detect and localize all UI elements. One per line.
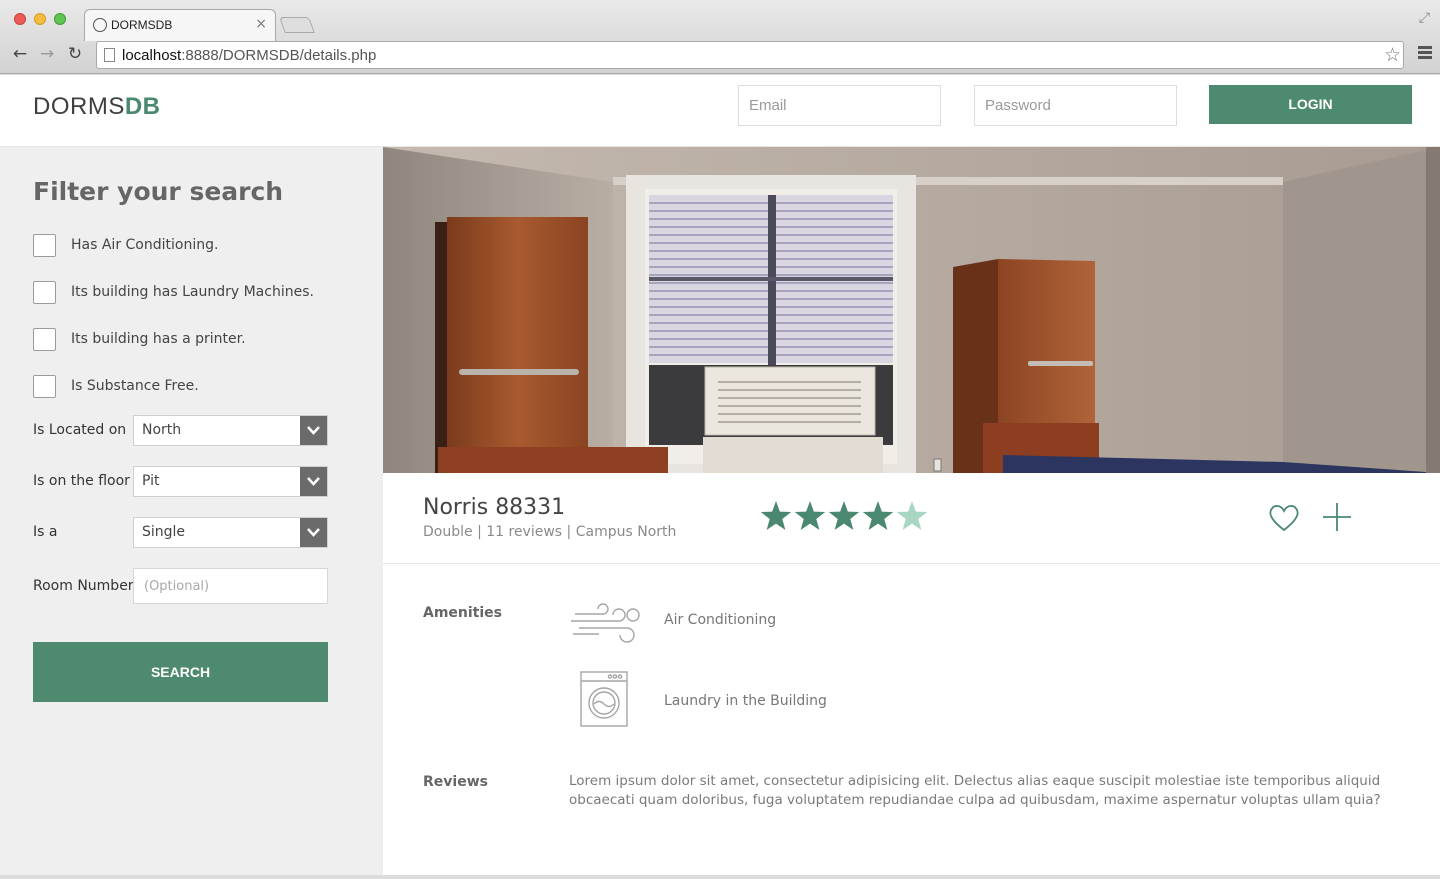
reviews-label: Reviews bbox=[423, 774, 488, 790]
tab-title: DORMSDB bbox=[111, 18, 173, 32]
reload-icon[interactable]: ↻ bbox=[64, 44, 86, 64]
checkbox[interactable] bbox=[33, 281, 56, 304]
room-number-label: Room Number bbox=[33, 578, 134, 594]
room-detail-header: Norris 88331 Double | 11 reviews | Campu… bbox=[383, 473, 1440, 564]
bookmark-star-icon[interactable]: ☆ bbox=[1384, 44, 1401, 66]
amenities-label: Amenities bbox=[423, 605, 503, 621]
star-filled-icon bbox=[760, 501, 792, 530]
room-meta: Double | 11 reviews | Campus North bbox=[423, 524, 676, 540]
star-filled-icon bbox=[828, 501, 860, 530]
url-text: localhost:8888/DORMSDB/details.php bbox=[122, 47, 377, 64]
checkbox[interactable] bbox=[33, 234, 56, 257]
email-field[interactable] bbox=[738, 85, 941, 126]
room-number-row: Room Number bbox=[33, 568, 328, 604]
checkbox-label: Its building has a printer. bbox=[71, 331, 246, 347]
site-header: DORMSDB LOGIN bbox=[0, 75, 1440, 147]
star-filled-icon bbox=[862, 501, 894, 530]
room-type-label: Is a bbox=[33, 524, 58, 540]
review-text: Lorem ipsum dolor sit amet, consectetur … bbox=[569, 773, 1381, 808]
star-filled-icon bbox=[794, 501, 826, 530]
browser-chrome: DORMSDB × ⤢ ← → ↻ localhost:8888/DORMSDB… bbox=[0, 0, 1440, 74]
back-icon[interactable]: ← bbox=[9, 44, 31, 64]
checkbox-label: Its building has Laundry Machines. bbox=[71, 284, 314, 300]
star-rating bbox=[759, 499, 931, 537]
select-value: Single bbox=[142, 524, 186, 540]
room-type: Double bbox=[423, 524, 473, 540]
address-bar[interactable]: localhost:8888/DORMSDB/details.php ☆ bbox=[96, 41, 1404, 69]
chevron-down-icon[interactable] bbox=[300, 518, 327, 547]
reviews-count[interactable]: 11 reviews bbox=[486, 524, 562, 540]
washing-machine-icon bbox=[579, 670, 629, 732]
meta-separator: | bbox=[566, 524, 576, 540]
chevron-down-icon[interactable] bbox=[300, 467, 327, 496]
close-window-button[interactable] bbox=[14, 13, 26, 25]
page-icon bbox=[104, 48, 115, 62]
room-type-select-row: Is a Single bbox=[33, 517, 328, 548]
location-select[interactable]: North bbox=[133, 415, 328, 446]
chevron-down-icon[interactable] bbox=[300, 416, 327, 445]
checkbox-label: Is Substance Free. bbox=[71, 378, 199, 394]
favicon-icon bbox=[93, 18, 107, 32]
campus: Campus North bbox=[575, 524, 677, 540]
plus-icon[interactable] bbox=[1321, 501, 1353, 537]
amenity-laundry: Laundry in the Building bbox=[664, 693, 827, 709]
room-photo bbox=[383, 147, 1440, 473]
floor-label: Is on the floor bbox=[33, 473, 130, 489]
room-name: Norris 88331 bbox=[423, 495, 566, 520]
password-field[interactable] bbox=[974, 85, 1177, 126]
filter-sidebar: Filter your search Has Air Conditioning.… bbox=[0, 147, 383, 875]
meta-separator: | bbox=[477, 524, 487, 540]
checkbox[interactable] bbox=[33, 375, 56, 398]
browser-tab[interactable]: DORMSDB × bbox=[84, 9, 276, 41]
page: DORMSDB LOGIN Filter your search Has Air… bbox=[0, 75, 1440, 875]
room-number-input[interactable] bbox=[133, 568, 328, 604]
browser-menu-icon[interactable] bbox=[1418, 46, 1432, 61]
select-value: Pit bbox=[142, 473, 160, 489]
forward-icon[interactable]: → bbox=[36, 44, 58, 64]
new-tab-button[interactable] bbox=[279, 17, 315, 33]
floor-select[interactable]: Pit bbox=[133, 466, 328, 497]
star-empty-icon bbox=[896, 501, 928, 530]
amenity-air-conditioning: Air Conditioning bbox=[664, 612, 777, 628]
select-value: North bbox=[142, 422, 182, 438]
checkbox-label: Has Air Conditioning. bbox=[71, 237, 219, 253]
room-type-select[interactable]: Single bbox=[133, 517, 328, 548]
checkbox[interactable] bbox=[33, 328, 56, 351]
wind-icon bbox=[569, 601, 643, 653]
fullscreen-icon[interactable]: ⤢ bbox=[1419, 10, 1430, 26]
location-select-row: Is Located on North bbox=[33, 415, 328, 446]
site-logo[interactable]: DORMSDB bbox=[33, 93, 161, 121]
location-label: Is Located on bbox=[33, 422, 127, 438]
floor-select-row: Is on the floor Pit bbox=[33, 466, 328, 497]
zoom-window-button[interactable] bbox=[54, 13, 66, 25]
filter-title: Filter your search bbox=[33, 177, 284, 206]
tab-close-icon[interactable]: × bbox=[255, 16, 267, 32]
login-button[interactable]: LOGIN bbox=[1209, 85, 1412, 124]
heart-icon[interactable] bbox=[1268, 503, 1300, 537]
minimize-window-button[interactable] bbox=[34, 13, 46, 25]
search-button[interactable]: SEARCH bbox=[33, 642, 328, 702]
